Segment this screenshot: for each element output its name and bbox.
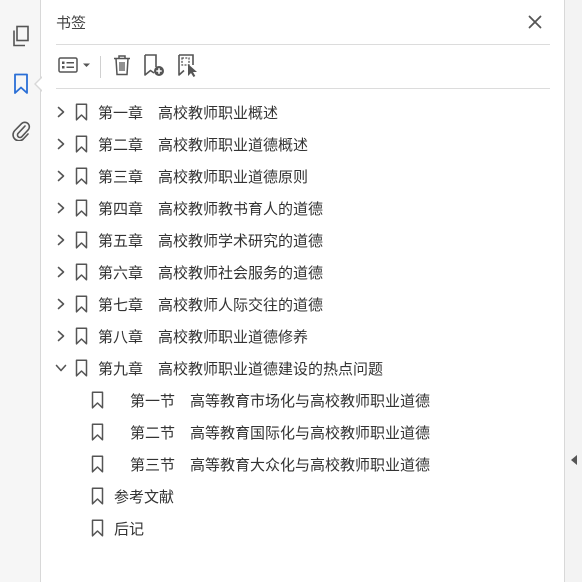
- navigation-rail: [0, 0, 43, 582]
- new-bookmark-icon: [142, 53, 166, 81]
- pages-icon: [11, 25, 31, 47]
- bookmark-item[interactable]: 第六章 高校教师社会服务的道德: [42, 256, 564, 288]
- new-bookmark-button[interactable]: [140, 52, 168, 82]
- bookmark-item[interactable]: 第四章 高校教师教书育人的道德: [42, 192, 564, 224]
- bookmark-from-selection-button[interactable]: [174, 52, 202, 82]
- bookmark-icon: [74, 167, 88, 185]
- bookmark-item[interactable]: 第一章 高校教师职业概述: [42, 96, 564, 128]
- bookmarks-panel: 书签 第一章 高校教师职业概述 第二章 高校教师职业道德概述 第三章 高校教师职…: [42, 0, 564, 582]
- pages-panel-button[interactable]: [0, 20, 41, 52]
- panel-header: 书签: [42, 0, 564, 44]
- bookmark-item[interactable]: 第五章 高校教师学术研究的道德: [42, 224, 564, 256]
- bookmark-label: 第七章 高校教师人际交往的道德: [98, 295, 324, 314]
- expand-pane-button[interactable]: [569, 452, 579, 468]
- chevron-right-icon[interactable]: [54, 265, 68, 279]
- panel-title: 书签: [56, 14, 87, 32]
- attachment-icon: [11, 119, 31, 141]
- bookmarks-panel-button[interactable]: [0, 68, 43, 100]
- chevron-right-icon[interactable]: [54, 329, 68, 343]
- bookmark-icon: [74, 199, 88, 217]
- bookmark-label: 第三章 高校教师职业道德原则: [98, 167, 309, 186]
- chevron-right-icon[interactable]: [54, 233, 68, 247]
- bookmark-label: 第一节 高等教育市场化与高校教师职业道德: [130, 391, 431, 410]
- attachments-panel-button[interactable]: [0, 114, 41, 146]
- bookmark-item[interactable]: 第九章 高校教师职业道德建设的热点问题: [42, 352, 564, 384]
- bookmark-subitem[interactable]: 第一节 高等教育市场化与高校教师职业道德: [42, 384, 564, 416]
- bookmark-item[interactable]: 第七章 高校教师人际交往的道德: [42, 288, 564, 320]
- options-menu-icon: [58, 56, 92, 78]
- bookmark-label: 第四章 高校教师教书育人的道德: [98, 199, 324, 218]
- bookmark-icon: [90, 487, 104, 505]
- bookmark-subitem[interactable]: 第二节 高等教育国际化与高校教师职业道德: [42, 416, 564, 448]
- bookmark-icon: [74, 103, 88, 121]
- bookmark-icon: [74, 231, 88, 249]
- close-icon: [528, 14, 542, 33]
- chevron-right-icon[interactable]: [54, 137, 68, 151]
- bookmark-icon: [90, 423, 104, 441]
- header-divider: [56, 44, 550, 45]
- right-pane-strip: [564, 0, 582, 582]
- chevron-right-icon[interactable]: [54, 297, 68, 311]
- bookmark-label: 第二节 高等教育国际化与高校教师职业道德: [130, 423, 431, 442]
- delete-icon: [112, 54, 132, 80]
- chevron-down-icon[interactable]: [54, 361, 68, 375]
- toolbar-separator: [100, 56, 101, 78]
- bookmark-label: 第二章 高校教师职业道德概述: [98, 135, 309, 154]
- chevron-right-icon[interactable]: [54, 169, 68, 183]
- bookmark-item[interactable]: 第八章 高校教师职业道德修养: [42, 320, 564, 352]
- bookmark-item[interactable]: 第二章 高校教师职业道德概述: [42, 128, 564, 160]
- bookmark-icon: [74, 327, 88, 345]
- bookmark-from-selection-icon: [176, 53, 200, 81]
- bookmark-subitem[interactable]: 第三节 高等教育大众化与高校教师职业道德: [42, 448, 564, 480]
- bookmark-item[interactable]: 参考文献: [42, 480, 564, 512]
- options-menu-button[interactable]: [56, 52, 94, 82]
- bookmark-icon: [74, 135, 88, 153]
- bookmark-icon: [74, 263, 88, 281]
- bookmark-label: 第九章 高校教师职业道德建设的热点问题: [98, 359, 384, 378]
- close-panel-button[interactable]: [524, 12, 546, 34]
- bookmark-icon: [74, 295, 88, 313]
- delete-bookmark-button[interactable]: [108, 52, 136, 82]
- chevron-right-icon[interactable]: [54, 105, 68, 119]
- bookmark-label: 参考文献: [114, 487, 175, 506]
- bookmark-label: 第六章 高校教师社会服务的道德: [98, 263, 324, 282]
- bookmark-icon: [13, 73, 29, 95]
- bookmark-icon: [90, 519, 104, 537]
- bookmark-label: 后记: [114, 519, 145, 538]
- toolbar-divider: [56, 88, 550, 89]
- bookmark-label: 第三节 高等教育大众化与高校教师职业道德: [130, 455, 431, 474]
- triangle-left-icon: [570, 451, 578, 470]
- bookmark-item[interactable]: 第三章 高校教师职业道德原则: [42, 160, 564, 192]
- bookmark-icon: [90, 455, 104, 473]
- bookmark-icon: [90, 391, 104, 409]
- bookmark-item[interactable]: 后记: [42, 512, 564, 544]
- bookmark-icon: [74, 359, 88, 377]
- chevron-right-icon[interactable]: [54, 201, 68, 215]
- bookmark-label: 第一章 高校教师职业概述: [98, 103, 279, 122]
- bookmarks-toolbar: [56, 50, 550, 84]
- bookmark-label: 第五章 高校教师学术研究的道德: [98, 231, 324, 250]
- bookmark-label: 第八章 高校教师职业道德修养: [98, 327, 309, 346]
